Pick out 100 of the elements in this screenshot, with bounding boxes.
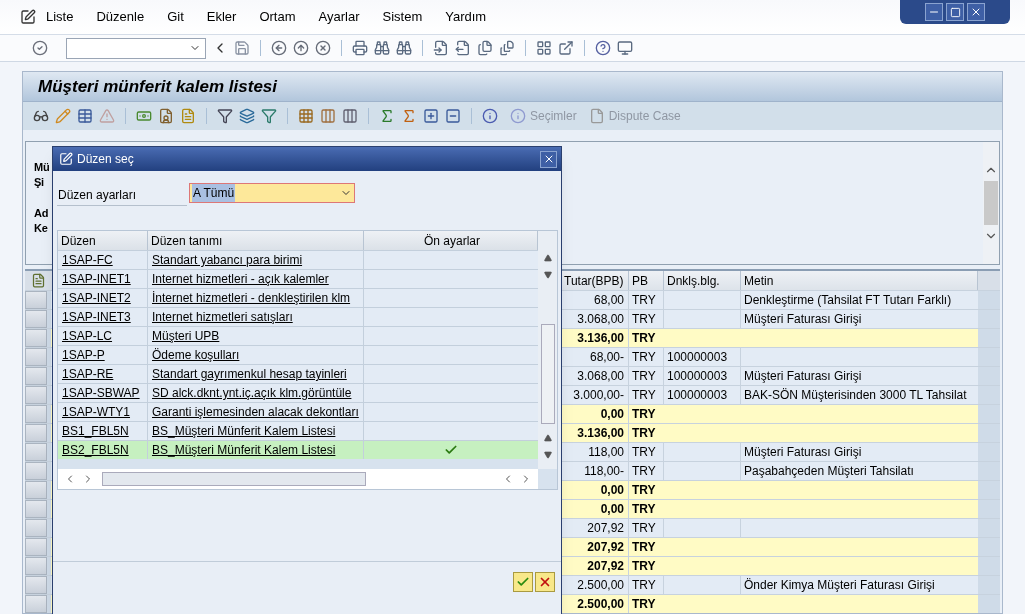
info-icon[interactable] [482, 108, 498, 124]
layout-row[interactable]: 1SAP-SBWAP SD alck.dknt.ynt.iç.açık klm.görüntüle [58, 383, 538, 402]
scroll-down-icon[interactable] [543, 451, 552, 459]
collapse-icon[interactable] [445, 108, 461, 124]
save-icon[interactable] [234, 40, 250, 57]
vertical-scrollbar[interactable] [538, 231, 557, 469]
column-header[interactable]: PB [629, 271, 664, 290]
menu-item[interactable]: Yardım [445, 7, 487, 27]
text-cell: BAK-SÖN Müşterisinden 3000 TL Tahsilat [744, 388, 967, 402]
currency-cell: TRY [629, 367, 664, 385]
printer-icon[interactable] [352, 40, 368, 57]
check-icon[interactable] [32, 40, 48, 57]
scroll-up-icon[interactable] [543, 434, 552, 442]
layout-row[interactable]: 1SAP-INET2 İnternet hizmetleri - denkleştirilen klm [58, 288, 538, 307]
currency-cell-text: TRY [631, 482, 657, 499]
menu-item[interactable]: Sistem [382, 7, 423, 27]
document-icon[interactable] [180, 108, 196, 124]
layout-row[interactable]: BS1_FBL5N BS_Müşteri Münferit Kalem Listesi [58, 421, 538, 440]
minimize-button[interactable] [925, 3, 943, 21]
column-header[interactable]: Metin [741, 271, 978, 290]
layout-link[interactable]: 1SAP-WTY1 [62, 405, 130, 419]
glasses-icon[interactable] [33, 108, 49, 124]
command-field[interactable] [66, 37, 206, 59]
scroll-down-icon[interactable] [543, 271, 552, 279]
layout-link[interactable]: 1SAP-LC [62, 329, 113, 343]
vertical-scrollbar[interactable] [983, 142, 999, 264]
layout-link[interactable]: BS1_FBL5N [62, 424, 129, 438]
info-icon [510, 108, 526, 124]
shortcut-icon[interactable] [558, 40, 574, 57]
horizontal-scrollbar[interactable] [58, 469, 538, 489]
close-button[interactable] [540, 150, 557, 168]
menu-icon[interactable] [20, 9, 36, 26]
header-label: Şi [34, 175, 44, 190]
layout-description-link[interactable]: Ödeme koşulları [152, 348, 240, 362]
columns-icon[interactable] [320, 108, 336, 124]
cancel-icon [538, 575, 552, 589]
layout-description-link[interactable]: Internet hizmetleri satışları [152, 310, 293, 324]
banknote-icon[interactable] [136, 108, 152, 124]
currency-cell: TRY [629, 348, 664, 366]
expand-icon[interactable] [423, 108, 439, 124]
currency-cell-text: TRY [631, 558, 657, 575]
person-document-icon[interactable] [158, 108, 174, 124]
document-number-cell: 100000003 [667, 369, 728, 383]
layout-link[interactable]: BS2_FBL5N [62, 443, 129, 457]
text-cell: Müşteri Faturası Girişi [744, 312, 862, 326]
layout-row[interactable]: 1SAP-FC Standart yabancı para birimi [58, 250, 538, 269]
layout-row[interactable]: 1SAP-INET3 Internet hizmetleri satışları [58, 307, 538, 326]
layout-description-link[interactable]: BS_Müşteri Münferit Kalem Listesi [152, 424, 336, 438]
layout-row[interactable]: BS2_FBL5N BS_Müşteri Münferit Kalem Listesi [58, 440, 538, 459]
subtotal-icon[interactable] [401, 108, 417, 124]
layout-description-link[interactable]: Müşteri UPB [152, 329, 220, 343]
currency-cell-text: TRY [631, 596, 657, 613]
filter-icon[interactable] [217, 108, 233, 124]
currency-cell-text: TRY [631, 501, 657, 518]
maximize-button[interactable] [946, 3, 964, 21]
confirm-button[interactable] [513, 572, 533, 592]
menu-item[interactable]: Liste [46, 7, 74, 27]
menu-item[interactable]: Düzenle [96, 7, 145, 27]
layout-description-link[interactable]: BS_Müşteri Münferit Kalem Listesi [152, 443, 336, 457]
layout-link[interactable]: 1SAP-SBWAP [62, 386, 140, 400]
layout-description-link[interactable]: SD alck.dknt.ynt.iç.açık klm.görüntüle [152, 386, 352, 400]
layout-row[interactable]: 1SAP-WTY1 Garanti işlemesinden alacak dekontları [58, 402, 538, 421]
menu-item[interactable]: Ortam [259, 7, 296, 27]
layout-description-link[interactable]: Standart yabancı para birimi [152, 253, 303, 267]
currency-cell: TRY [629, 386, 664, 404]
search-icon[interactable] [374, 40, 390, 57]
column-header[interactable]: Tutar(BPB) [561, 271, 629, 290]
layout-link[interactable]: 1SAP-INET3 [62, 310, 131, 324]
header-label: Mü [34, 160, 50, 175]
currency-cell-text: TRY [631, 539, 657, 556]
layout-link[interactable]: 1SAP-P [62, 348, 105, 362]
menu-item[interactable]: Git [167, 7, 184, 27]
cancel-button[interactable] [535, 572, 555, 592]
layout-row[interactable]: 1SAP-P Ödeme koşulları [58, 345, 538, 364]
layout-description-link[interactable]: Garanti işlemesinden alacak dekontları [152, 405, 359, 419]
layout-setting-dropdown[interactable]: A Tümü [189, 183, 355, 203]
cancel-icon[interactable] [315, 40, 331, 57]
column-header[interactable]: Dnklş.blg. [664, 271, 741, 290]
field-label: Düzen ayarları [57, 180, 187, 206]
grid-icon[interactable] [298, 108, 314, 124]
layout-link[interactable]: 1SAP-FC [62, 253, 113, 267]
layout-description-link[interactable]: İnternet hizmetleri - denkleştirilen klm [152, 291, 351, 305]
layout-link[interactable]: 1SAP-INET1 [62, 272, 131, 286]
layout-row[interactable]: 1SAP-INET1 Internet hizmetleri - açık kalemler [58, 269, 538, 288]
layout-description-link[interactable]: Standart gayrımenkul hesap tayinleri [152, 367, 347, 381]
layout-link[interactable]: 1SAP-INET2 [62, 291, 131, 305]
menu-item[interactable]: Ekler [206, 7, 237, 27]
scroll-up-icon[interactable] [543, 254, 552, 262]
close-button[interactable] [967, 3, 985, 21]
sum-icon[interactable] [379, 108, 395, 124]
layout-row[interactable]: 1SAP-LC Müşteri UPB [58, 326, 538, 345]
pencil-icon[interactable] [55, 108, 71, 124]
help-icon[interactable] [595, 40, 611, 57]
layout-row[interactable]: 1SAP-RE Standart gayrımenkul hesap tayinleri [58, 364, 538, 383]
layout-description-link[interactable]: Internet hizmetleri - açık kalemler [152, 272, 329, 286]
page-title: Müşteri münferit kalem listesi [38, 75, 278, 98]
back-icon[interactable] [271, 40, 287, 57]
table-icon[interactable] [77, 108, 93, 124]
layout-link[interactable]: 1SAP-RE [62, 367, 114, 381]
menu-item[interactable]: Ayarlar [318, 7, 360, 27]
